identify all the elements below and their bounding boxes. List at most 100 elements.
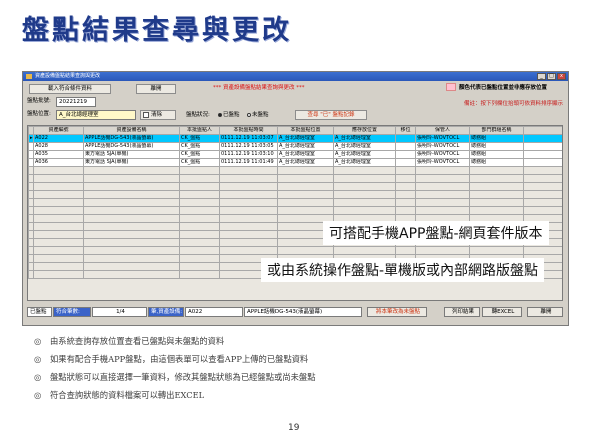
empty-row bbox=[28, 182, 562, 191]
bullet-marker: ◎ bbox=[34, 354, 42, 364]
cell: A028 bbox=[33, 142, 84, 151]
mark-not-done-button[interactable]: 將本筆改為未盤點 bbox=[367, 307, 427, 317]
cell: 張明玲-WOVTOCL bbox=[415, 142, 470, 151]
banner-text: *** 資產設備盤點結果查詢與更改 *** bbox=[213, 85, 305, 91]
batch-input[interactable]: 20221219 bbox=[56, 97, 96, 107]
legend-swatch bbox=[446, 83, 456, 91]
empty-row bbox=[28, 198, 562, 207]
cell: A_台北總經理室 bbox=[277, 158, 334, 167]
cell: A_台北總經理室 bbox=[277, 142, 334, 151]
cell: A_台北總經理室 bbox=[277, 134, 334, 143]
status-count-label: 符合筆數: bbox=[53, 307, 91, 317]
table-row[interactable]: ▸ A022 APPLE話機DG-543(液晶螢幕) CK_盤點 0111.12… bbox=[28, 134, 562, 143]
cell: 0111.12.19 11:03:10 bbox=[219, 150, 278, 159]
clear-button[interactable]: 清除 bbox=[140, 110, 176, 120]
cell: CK_盤點 bbox=[179, 150, 220, 159]
cell: 0111.12.19 11:03:05 bbox=[219, 142, 278, 151]
empty-row bbox=[28, 206, 562, 215]
bullet-marker: ◎ bbox=[34, 336, 42, 346]
cell: 總務組 bbox=[469, 142, 524, 151]
cell: A036 bbox=[33, 158, 84, 167]
overlay-caption-system: 或由系統操作盤點-單機版或內部網路版盤點 bbox=[261, 258, 545, 282]
cell: CK_盤點 bbox=[179, 142, 220, 151]
load-data-button[interactable]: 載入符合條件資料 bbox=[29, 84, 111, 94]
overlay-caption-app: 可搭配手機APP盤點-網頁套件版本 bbox=[323, 221, 549, 245]
cell: APPLE話機DG-543(液晶螢幕) bbox=[83, 134, 180, 143]
empty-row bbox=[28, 190, 562, 199]
radio-not-done[interactable]: 未盤點 bbox=[247, 111, 269, 120]
col-header[interactable]: 保管人 bbox=[415, 126, 470, 135]
bullet-item: ◎ 如果有配合手機APP盤點，由這個表單可以查看APP上傳的已盤點資料 bbox=[34, 350, 316, 368]
cell bbox=[395, 158, 416, 167]
col-header[interactable]: 資產編號 bbox=[33, 126, 84, 135]
col-header[interactable]: 部門群組名稱 bbox=[469, 126, 524, 135]
cell: 東方電話 SJA(單機) bbox=[83, 158, 180, 167]
radio-done-label: 已盤點 bbox=[223, 112, 240, 118]
bullet-marker: ◎ bbox=[34, 390, 42, 400]
radio-not-done-label: 未盤點 bbox=[252, 112, 269, 118]
close-icon[interactable]: x bbox=[557, 73, 566, 80]
cell: CK_盤點 bbox=[179, 134, 220, 143]
cell: 0111.12.19 11:01:49 bbox=[219, 158, 278, 167]
radio-not-done-dot[interactable] bbox=[247, 112, 251, 117]
bullet-item: ◎ 符合查詢狀態的資料檔案可以轉出EXCEL bbox=[34, 386, 316, 404]
clear-button-label: 清除 bbox=[151, 112, 163, 118]
query-done-button[interactable]: 查尋 "已" 盤點記錄 bbox=[295, 110, 367, 120]
batch-label: 盤點批號: bbox=[27, 98, 51, 104]
cell bbox=[523, 142, 562, 151]
radio-done[interactable]: 已盤點 bbox=[218, 111, 240, 120]
cell: 0111.12.19 11:03:07 bbox=[219, 134, 278, 143]
bullet-text: 盤點狀態可以直接選擇一筆資料，修改其盤點狀態為已經盤點或尚未盤點 bbox=[50, 372, 316, 382]
empty-row bbox=[28, 166, 562, 175]
table-row[interactable]: A035 東方電話 SJA(單機) CK_盤點 0111.12.19 11:03… bbox=[28, 150, 562, 159]
cell: A_台北總經理室 bbox=[333, 142, 396, 151]
cell: 張明玲-WOVTOCL bbox=[415, 150, 470, 159]
color-legend: 顏色代表已盤點位置並非應存放位置 bbox=[459, 85, 548, 91]
cell bbox=[395, 150, 416, 159]
cell: 東方電話 SJA(單機) bbox=[83, 150, 180, 159]
status-count-value: 1/4 bbox=[92, 307, 147, 317]
cell bbox=[523, 158, 562, 167]
empty-row bbox=[28, 174, 562, 183]
empty-row bbox=[28, 246, 562, 255]
bullet-item: ◎ 由系統查詢存放位置查看已盤點與未盤點的資料 bbox=[34, 332, 316, 350]
status-current-name: APPLE話機DG-543(液晶螢幕) bbox=[244, 307, 362, 317]
cell: A022 bbox=[33, 134, 84, 143]
col-header[interactable]: 資產設備名稱 bbox=[83, 126, 180, 135]
radio-done-dot[interactable] bbox=[218, 112, 222, 117]
col-header-empty bbox=[523, 126, 562, 135]
status-current-label: 筆,資產設備: bbox=[148, 307, 184, 317]
page-number: 19 bbox=[288, 423, 300, 433]
col-header[interactable]: 本批盤點時間 bbox=[219, 126, 278, 135]
bullet-item: ◎ 盤點狀態可以直接選擇一筆資料，修改其盤點狀態為已經盤點或尚未盤點 bbox=[34, 368, 316, 386]
col-header[interactable]: 本批盤點位置 bbox=[277, 126, 334, 135]
exit-button[interactable]: 離開 bbox=[527, 307, 563, 317]
app-window: 資產設備盤點結果查詢與更改 _ □ x 載入符合條件資料 離開 *** 資產設備… bbox=[22, 71, 569, 326]
app-icon bbox=[26, 74, 32, 79]
col-header[interactable]: 本批盤點人 bbox=[179, 126, 220, 135]
clear-icon bbox=[143, 112, 149, 118]
table-row[interactable]: A036 東方電話 SJA(單機) CK_盤點 0111.12.19 11:01… bbox=[28, 158, 562, 167]
col-header[interactable]: 移位 bbox=[395, 126, 416, 135]
location-input[interactable]: A_台北總經理室 bbox=[56, 110, 136, 120]
maximize-icon[interactable]: □ bbox=[547, 73, 556, 80]
minimize-icon[interactable]: _ bbox=[537, 73, 546, 80]
table-row[interactable]: A028 APPLE話機DG-543(液晶螢幕) CK_盤點 0111.12.1… bbox=[28, 142, 562, 151]
cell: 張明玲-WOVTOCL bbox=[415, 158, 470, 167]
bullet-marker: ◎ bbox=[34, 372, 42, 382]
col-header[interactable]: 應存放位置 bbox=[333, 126, 396, 135]
cell: A035 bbox=[33, 150, 84, 159]
cell: 張明玲-WOVTOCL bbox=[415, 134, 470, 143]
cell bbox=[395, 134, 416, 143]
slide-title: 盤點結果查尋與更改 bbox=[22, 15, 292, 46]
cell: A_台北總經理室 bbox=[333, 134, 396, 143]
cell: CK_盤點 bbox=[179, 158, 220, 167]
excel-button[interactable]: 轉EXCEL bbox=[482, 307, 522, 317]
cell bbox=[523, 134, 562, 143]
status-current-id: A022 bbox=[185, 307, 243, 317]
print-button[interactable]: 列印結果 bbox=[444, 307, 480, 317]
bullet-text: 如果有配合手機APP盤點，由這個表單可以查看APP上傳的已盤點資料 bbox=[50, 354, 309, 364]
exit-top-button[interactable]: 離開 bbox=[136, 84, 176, 94]
cell: 總務組 bbox=[469, 150, 524, 159]
sort-hint: 備註：按下列欄位抬頭可依資料排序顯示 bbox=[463, 101, 563, 107]
